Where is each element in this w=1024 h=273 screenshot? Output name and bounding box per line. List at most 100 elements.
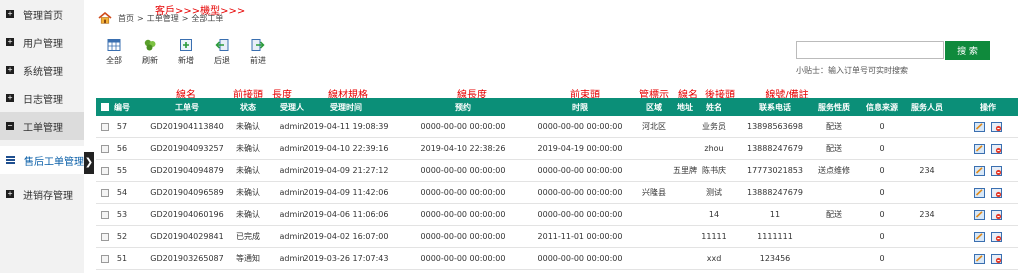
- forward-button[interactable]: 前进: [244, 38, 272, 66]
- table-row[interactable]: 55 GD201904094879 未确认 admin 2019-04-09 21:27…: [96, 160, 1018, 182]
- edit-icon[interactable]: [974, 143, 985, 154]
- cell-name: 测试: [706, 188, 722, 197]
- nav-ticket-mgmt[interactable]: − 工单管理: [0, 112, 84, 140]
- row-checkbox[interactable]: [101, 188, 109, 197]
- row-actions: [974, 248, 1002, 269]
- expand-icon: +: [6, 189, 14, 198]
- search-input[interactable]: [796, 41, 944, 59]
- all-button-label: 全部: [106, 56, 122, 65]
- column-header: 时限: [572, 102, 588, 112]
- delete-icon[interactable]: [991, 187, 1002, 198]
- row-actions: [974, 204, 1002, 225]
- row-checkbox-cell: [101, 116, 109, 137]
- column-header: 姓名: [706, 102, 722, 112]
- delete-icon[interactable]: [991, 121, 1002, 132]
- delete-icon[interactable]: [991, 253, 1002, 264]
- cell-source: 0: [879, 166, 885, 175]
- breadcrumb-home[interactable]: 首页: [118, 13, 134, 24]
- back-button-label: 后退: [214, 56, 230, 65]
- delete-icon[interactable]: [991, 165, 1002, 176]
- column-header: 状态: [240, 102, 256, 112]
- nav-log-mgmt[interactable]: + 日志管理: [0, 84, 84, 112]
- cell-time: 2019-04-09 11:42:06: [303, 188, 389, 197]
- add-icon: [180, 39, 192, 51]
- search-button[interactable]: 搜 索: [945, 41, 990, 60]
- cell-time: 2019-03-26 17:07:43: [303, 254, 389, 263]
- table-row[interactable]: 54 GD201904096589 未确认 admin 2019-04-09 11:42…: [96, 182, 1018, 204]
- cell-agent: admin: [279, 122, 305, 131]
- cell-order: GD201903265087: [150, 254, 224, 263]
- cell-phone: 123456: [759, 254, 791, 263]
- nav-after-sales-tickets[interactable]: 售后工单管理: [0, 146, 84, 174]
- cell-region: 河北区: [642, 122, 666, 131]
- column-header: 信息来源: [866, 102, 898, 112]
- row-checkbox[interactable]: [101, 122, 109, 131]
- cell-source: 0: [879, 232, 885, 241]
- cell-status: 已完成: [236, 232, 260, 241]
- cell-phone: 1111111: [757, 232, 793, 241]
- nav-inventory-mgmt[interactable]: + 进销存管理: [0, 180, 84, 208]
- cell-phone: 17773021853: [747, 166, 803, 175]
- table-row[interactable]: 57 GD201904113840 未确认 admin 2019-04-11 19:08…: [96, 116, 1018, 138]
- select-all-checkbox[interactable]: [101, 103, 109, 111]
- column-header: 地址: [677, 102, 693, 112]
- cell-time: 2019-04-11 19:08:39: [303, 122, 389, 131]
- cell-source: 0: [879, 122, 885, 131]
- delete-icon[interactable]: [991, 209, 1002, 220]
- row-checkbox[interactable]: [101, 144, 109, 153]
- back-button[interactable]: 后退: [208, 38, 236, 66]
- table-row[interactable]: 56 GD201904093257 未确认 admin 2019-04-10 22:39…: [96, 138, 1018, 160]
- column-header: 服务性质: [818, 102, 850, 112]
- edit-icon[interactable]: [974, 253, 985, 264]
- cell-order: GD201904094879: [150, 166, 224, 175]
- table-row[interactable]: 53 GD201904060196 未确认 admin 2019-04-06 11:06…: [96, 204, 1018, 226]
- edit-icon[interactable]: [974, 231, 985, 242]
- column-header: 操作: [980, 102, 996, 112]
- nav-home[interactable]: + 管理首页: [0, 0, 84, 28]
- cell-time: 2019-04-10 22:39:16: [303, 144, 389, 153]
- breadcrumb-ticket-mgmt[interactable]: 工单管理: [147, 13, 179, 24]
- add-button[interactable]: 新增: [172, 38, 200, 66]
- edit-icon[interactable]: [974, 209, 985, 220]
- cell-appt: 0000-00-00 00:00:00: [420, 122, 506, 131]
- column-header: 区域: [646, 102, 662, 112]
- column-header: 工单号: [175, 102, 199, 112]
- cell-source: 0: [879, 144, 885, 153]
- delete-icon[interactable]: [991, 143, 1002, 154]
- expand-icon: +: [6, 37, 14, 46]
- cell-name: zhou: [704, 144, 724, 153]
- cell-appt: 0000-00-00 00:00:00: [420, 166, 506, 175]
- refresh-button[interactable]: 刷新: [136, 38, 164, 66]
- nav-system-mgmt[interactable]: + 系统管理: [0, 56, 84, 84]
- edit-icon[interactable]: [974, 121, 985, 132]
- cell-status: 未确认: [236, 166, 260, 175]
- edit-icon[interactable]: [974, 165, 985, 176]
- cell-agent: admin: [279, 210, 305, 219]
- cell-source: 0: [879, 188, 885, 197]
- row-checkbox[interactable]: [101, 254, 109, 263]
- nav-label: 用户管理: [23, 38, 63, 50]
- cell-staff: 234: [919, 166, 935, 175]
- home-icon[interactable]: [98, 12, 112, 24]
- cell-appt: 2019-04-10 22:38:26: [420, 144, 506, 153]
- forward-icon: [251, 39, 265, 51]
- table-row[interactable]: 52 GD201904029841 已完成 admin 2019-04-02 16:07…: [96, 226, 1018, 248]
- all-button[interactable]: 全部: [100, 38, 128, 66]
- cell-order: GD201904096589: [150, 188, 224, 197]
- row-checkbox[interactable]: [101, 232, 109, 241]
- cell-region: 兴隆县: [642, 188, 666, 197]
- breadcrumb-separator: >: [181, 13, 189, 23]
- cell-service: 配送: [826, 144, 842, 153]
- sidebar-collapse-button[interactable]: ❯: [84, 152, 94, 174]
- column-header: 预约: [455, 102, 471, 112]
- delete-icon[interactable]: [991, 231, 1002, 242]
- select-all-checkbox-cell: [101, 98, 109, 116]
- table-row[interactable]: 51 GD201903265087 等通知 admin 2019-03-26 17:07…: [96, 248, 1018, 270]
- cell-agent: admin: [279, 188, 305, 197]
- row-checkbox[interactable]: [101, 166, 109, 175]
- edit-icon[interactable]: [974, 187, 985, 198]
- cell-time: 2019-04-02 16:07:00: [303, 232, 389, 241]
- nav-user-mgmt[interactable]: + 用户管理: [0, 28, 84, 56]
- row-checkbox[interactable]: [101, 210, 109, 219]
- cell-service: 送点维修: [818, 166, 850, 175]
